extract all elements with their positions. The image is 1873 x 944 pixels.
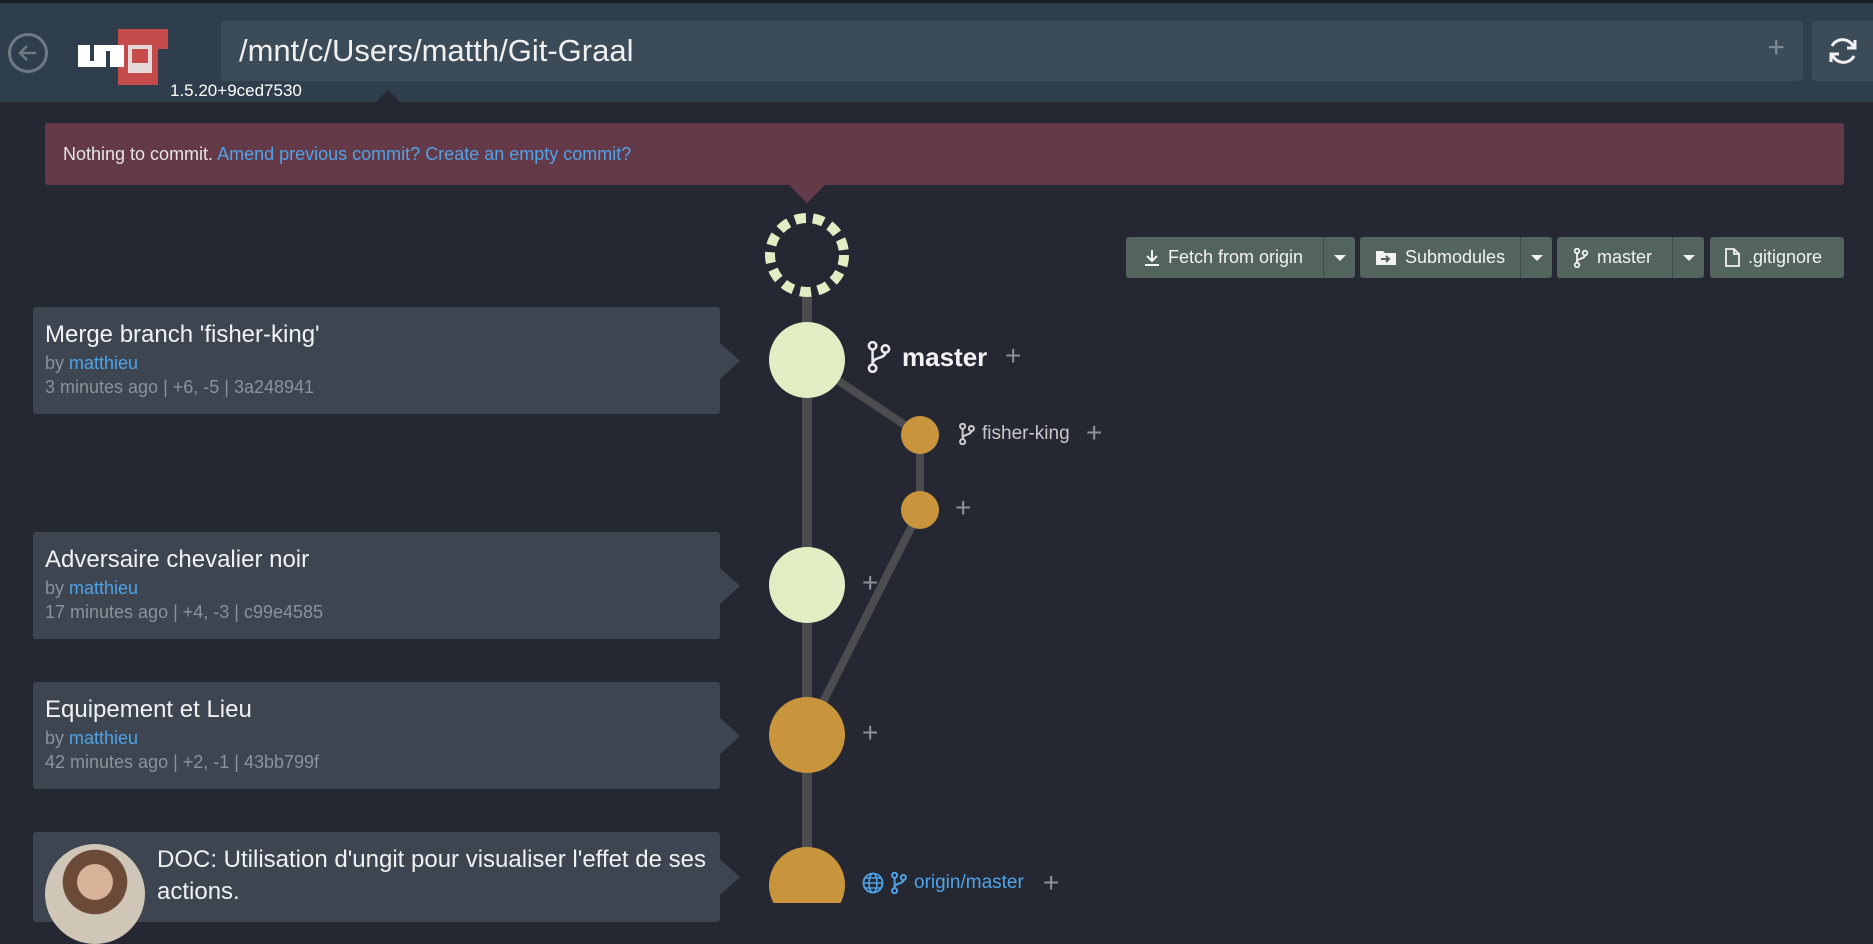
branch-name: master	[902, 341, 988, 372]
add-branch-plus-icon[interactable]: +	[955, 492, 971, 524]
git-branch-icon	[867, 341, 891, 373]
git-branch-icon	[891, 872, 907, 894]
branch-name: origin/master	[914, 872, 1024, 893]
add-branch-plus-icon[interactable]: +	[1043, 867, 1059, 899]
commit-node[interactable]	[769, 547, 845, 623]
commit-node[interactable]	[769, 322, 845, 398]
branch-label-origin-master[interactable]: origin/master	[862, 872, 1024, 894]
branch-name: fisher-king	[982, 423, 1070, 444]
branch-label-master[interactable]: master	[866, 341, 987, 373]
add-branch-plus-icon[interactable]: +	[862, 567, 878, 599]
new-commit-node[interactable]	[765, 213, 849, 297]
globe-icon	[862, 872, 884, 894]
commit-node[interactable]	[769, 847, 845, 903]
add-branch-plus-icon[interactable]: +	[1005, 340, 1021, 372]
commit-node[interactable]	[901, 416, 939, 454]
git-branch-icon	[959, 423, 975, 445]
commit-node[interactable]	[769, 697, 845, 773]
commit-graph	[765, 213, 939, 903]
branch-label-fisher-king[interactable]: fisher-king	[958, 423, 1070, 445]
add-branch-plus-icon[interactable]: +	[862, 717, 878, 749]
commit-node[interactable]	[901, 491, 939, 529]
add-branch-plus-icon[interactable]: +	[1086, 417, 1102, 449]
